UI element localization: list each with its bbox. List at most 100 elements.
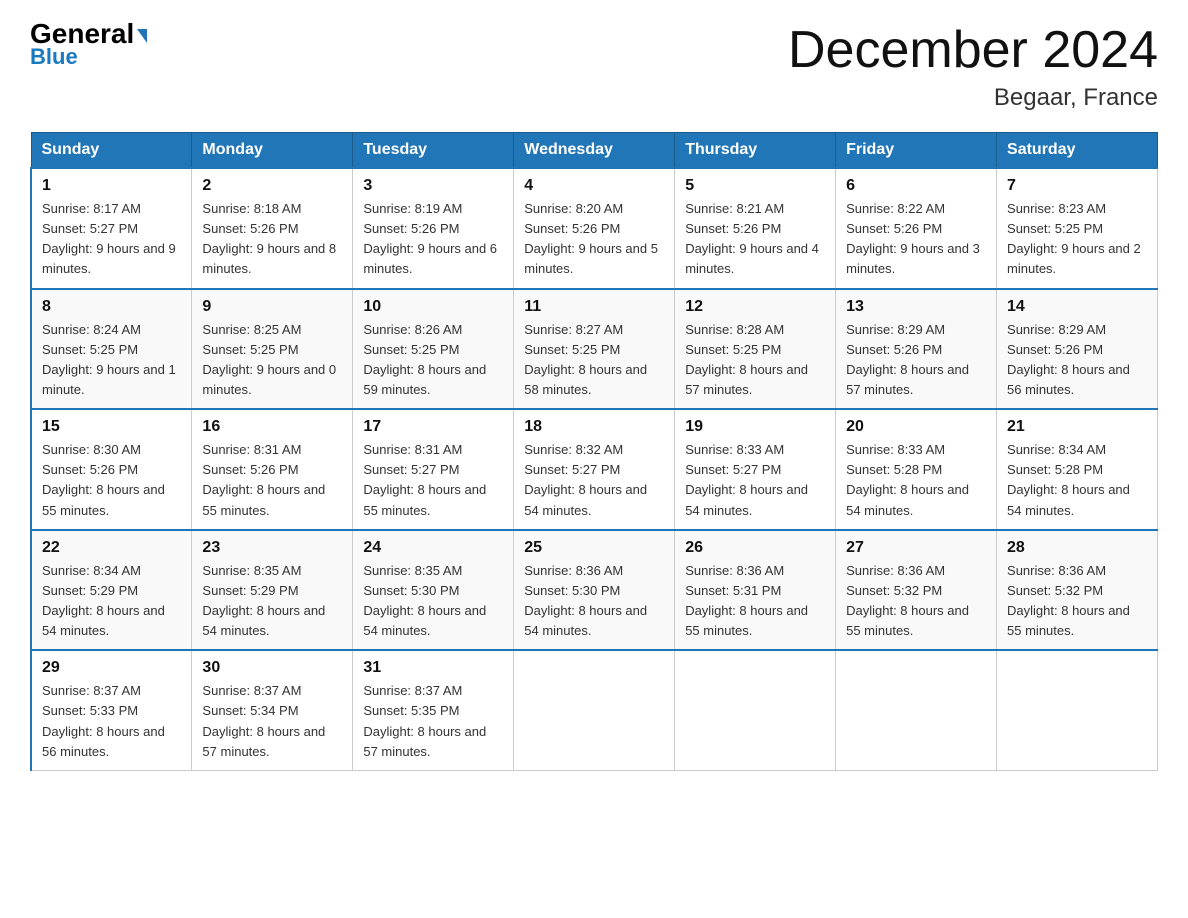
calendar-cell: 17 Sunrise: 8:31 AMSunset: 5:27 PMDayligh… xyxy=(353,409,514,530)
calendar-cell: 11Sunrise: 8:27 AMSunset: 5:25 PMDayligh… xyxy=(514,289,675,410)
day-info: Sunrise: 8:33 AMSunset: 5:27 PMDaylight:… xyxy=(685,440,825,521)
calendar-header-row: SundayMondayTuesdayWednesdayThursdayFrid… xyxy=(31,133,1158,169)
logo-blue: Blue xyxy=(30,44,78,70)
day-info: Sunrise: 8:17 AMSunset: 5:27 PMDaylight:… xyxy=(42,199,181,280)
calendar-table: SundayMondayTuesdayWednesdayThursdayFrid… xyxy=(30,132,1158,771)
day-info: Sunrise: 8:20 AMSunset: 5:26 PMDaylight:… xyxy=(524,199,664,280)
day-info: Sunrise: 8:35 AMSunset: 5:30 PMDaylight:… xyxy=(363,561,503,642)
calendar-cell: 22 Sunrise: 8:34 AMSunset: 5:29 PMDayligh… xyxy=(31,530,192,651)
day-number: 6 xyxy=(846,177,986,195)
day-number: 24 xyxy=(363,539,503,557)
day-info: Sunrise: 8:36 AMSunset: 5:30 PMDaylight:… xyxy=(524,561,664,642)
day-info: Sunrise: 8:35 AMSunset: 5:29 PMDaylight:… xyxy=(202,561,342,642)
day-number: 17 xyxy=(363,418,503,436)
calendar-cell: 15Sunrise: 8:30 AMSunset: 5:26 PMDayligh… xyxy=(31,409,192,530)
day-info: Sunrise: 8:25 AMSunset: 5:25 PMDaylight:… xyxy=(202,320,342,401)
calendar-cell: 28 Sunrise: 8:36 AMSunset: 5:32 PMDayligh… xyxy=(997,530,1158,651)
calendar-cell: 5 Sunrise: 8:21 AMSunset: 5:26 PMDaylight… xyxy=(675,168,836,289)
calendar-cell: 29 Sunrise: 8:37 AMSunset: 5:33 PMDayligh… xyxy=(31,650,192,770)
day-info: Sunrise: 8:37 AMSunset: 5:35 PMDaylight:… xyxy=(363,681,503,762)
calendar-cell: 16Sunrise: 8:31 AMSunset: 5:26 PMDayligh… xyxy=(192,409,353,530)
day-info: Sunrise: 8:31 AMSunset: 5:27 PMDaylight:… xyxy=(363,440,503,521)
calendar-cell: 3 Sunrise: 8:19 AMSunset: 5:26 PMDaylight… xyxy=(353,168,514,289)
day-number: 29 xyxy=(42,659,181,677)
day-info: Sunrise: 8:36 AMSunset: 5:32 PMDaylight:… xyxy=(846,561,986,642)
day-number: 27 xyxy=(846,539,986,557)
day-number: 22 xyxy=(42,539,181,557)
day-info: Sunrise: 8:37 AMSunset: 5:33 PMDaylight:… xyxy=(42,681,181,762)
day-number: 26 xyxy=(685,539,825,557)
calendar-cell: 7Sunrise: 8:23 AMSunset: 5:25 PMDaylight… xyxy=(997,168,1158,289)
day-number: 16 xyxy=(202,418,342,436)
calendar-week-row: 29 Sunrise: 8:37 AMSunset: 5:33 PMDayligh… xyxy=(31,650,1158,770)
day-number: 10 xyxy=(363,298,503,316)
day-number: 15 xyxy=(42,418,181,436)
day-number: 20 xyxy=(846,418,986,436)
calendar-cell: 21 Sunrise: 8:34 AMSunset: 5:28 PMDayligh… xyxy=(997,409,1158,530)
day-number: 23 xyxy=(202,539,342,557)
calendar-cell: 18Sunrise: 8:32 AMSunset: 5:27 PMDayligh… xyxy=(514,409,675,530)
calendar-cell xyxy=(836,650,997,770)
day-info: Sunrise: 8:27 AMSunset: 5:25 PMDaylight:… xyxy=(524,320,664,401)
day-number: 13 xyxy=(846,298,986,316)
day-number: 4 xyxy=(524,177,664,195)
day-number: 31 xyxy=(363,659,503,677)
day-info: Sunrise: 8:36 AMSunset: 5:31 PMDaylight:… xyxy=(685,561,825,642)
day-info: Sunrise: 8:22 AMSunset: 5:26 PMDaylight:… xyxy=(846,199,986,280)
calendar-cell: 27 Sunrise: 8:36 AMSunset: 5:32 PMDayligh… xyxy=(836,530,997,651)
day-number: 12 xyxy=(685,298,825,316)
calendar-week-row: 1Sunrise: 8:17 AMSunset: 5:27 PMDaylight… xyxy=(31,168,1158,289)
calendar-cell: 26 Sunrise: 8:36 AMSunset: 5:31 PMDayligh… xyxy=(675,530,836,651)
calendar-cell: 24 Sunrise: 8:35 AMSunset: 5:30 PMDayligh… xyxy=(353,530,514,651)
calendar-cell: 20 Sunrise: 8:33 AMSunset: 5:28 PMDayligh… xyxy=(836,409,997,530)
col-header-wednesday: Wednesday xyxy=(514,133,675,169)
calendar-cell: 10 Sunrise: 8:26 AMSunset: 5:25 PMDayligh… xyxy=(353,289,514,410)
page-title: December 2024 xyxy=(788,20,1158,80)
day-number: 28 xyxy=(1007,539,1147,557)
calendar-cell: 30 Sunrise: 8:37 AMSunset: 5:34 PMDayligh… xyxy=(192,650,353,770)
col-header-sunday: Sunday xyxy=(31,133,192,169)
day-info: Sunrise: 8:28 AMSunset: 5:25 PMDaylight:… xyxy=(685,320,825,401)
calendar-cell: 14 Sunrise: 8:29 AMSunset: 5:26 PMDayligh… xyxy=(997,289,1158,410)
day-info: Sunrise: 8:19 AMSunset: 5:26 PMDaylight:… xyxy=(363,199,503,280)
calendar-cell: 2Sunrise: 8:18 AMSunset: 5:26 PMDaylight… xyxy=(192,168,353,289)
day-info: Sunrise: 8:36 AMSunset: 5:32 PMDaylight:… xyxy=(1007,561,1147,642)
day-number: 9 xyxy=(202,298,342,316)
calendar-cell: 13 Sunrise: 8:29 AMSunset: 5:26 PMDayligh… xyxy=(836,289,997,410)
day-number: 5 xyxy=(685,177,825,195)
calendar-cell xyxy=(514,650,675,770)
day-info: Sunrise: 8:26 AMSunset: 5:25 PMDaylight:… xyxy=(363,320,503,401)
calendar-cell: 19 Sunrise: 8:33 AMSunset: 5:27 PMDayligh… xyxy=(675,409,836,530)
calendar-cell: 25 Sunrise: 8:36 AMSunset: 5:30 PMDayligh… xyxy=(514,530,675,651)
calendar-week-row: 8Sunrise: 8:24 AMSunset: 5:25 PMDaylight… xyxy=(31,289,1158,410)
calendar-cell: 4 Sunrise: 8:20 AMSunset: 5:26 PMDaylight… xyxy=(514,168,675,289)
day-number: 30 xyxy=(202,659,342,677)
calendar-cell xyxy=(997,650,1158,770)
day-number: 7 xyxy=(1007,177,1147,195)
col-header-tuesday: Tuesday xyxy=(353,133,514,169)
calendar-cell xyxy=(675,650,836,770)
day-info: Sunrise: 8:29 AMSunset: 5:26 PMDaylight:… xyxy=(846,320,986,401)
day-number: 25 xyxy=(524,539,664,557)
day-number: 3 xyxy=(363,177,503,195)
calendar-cell: 12 Sunrise: 8:28 AMSunset: 5:25 PMDayligh… xyxy=(675,289,836,410)
col-header-friday: Friday xyxy=(836,133,997,169)
day-info: Sunrise: 8:34 AMSunset: 5:28 PMDaylight:… xyxy=(1007,440,1147,521)
day-info: Sunrise: 8:29 AMSunset: 5:26 PMDaylight:… xyxy=(1007,320,1147,401)
day-number: 14 xyxy=(1007,298,1147,316)
day-number: 21 xyxy=(1007,418,1147,436)
day-info: Sunrise: 8:24 AMSunset: 5:25 PMDaylight:… xyxy=(42,320,181,401)
day-info: Sunrise: 8:21 AMSunset: 5:26 PMDaylight:… xyxy=(685,199,825,280)
day-info: Sunrise: 8:34 AMSunset: 5:29 PMDaylight:… xyxy=(42,561,181,642)
page-header: General Blue December 2024 Begaar, Franc… xyxy=(30,20,1158,112)
day-number: 2 xyxy=(202,177,342,195)
calendar-week-row: 22 Sunrise: 8:34 AMSunset: 5:29 PMDayligh… xyxy=(31,530,1158,651)
day-info: Sunrise: 8:32 AMSunset: 5:27 PMDaylight:… xyxy=(524,440,664,521)
col-header-saturday: Saturday xyxy=(997,133,1158,169)
calendar-cell: 6 Sunrise: 8:22 AMSunset: 5:26 PMDaylight… xyxy=(836,168,997,289)
day-number: 19 xyxy=(685,418,825,436)
logo: General Blue xyxy=(30,20,147,70)
day-info: Sunrise: 8:37 AMSunset: 5:34 PMDaylight:… xyxy=(202,681,342,762)
calendar-cell: 1Sunrise: 8:17 AMSunset: 5:27 PMDaylight… xyxy=(31,168,192,289)
day-info: Sunrise: 8:33 AMSunset: 5:28 PMDaylight:… xyxy=(846,440,986,521)
